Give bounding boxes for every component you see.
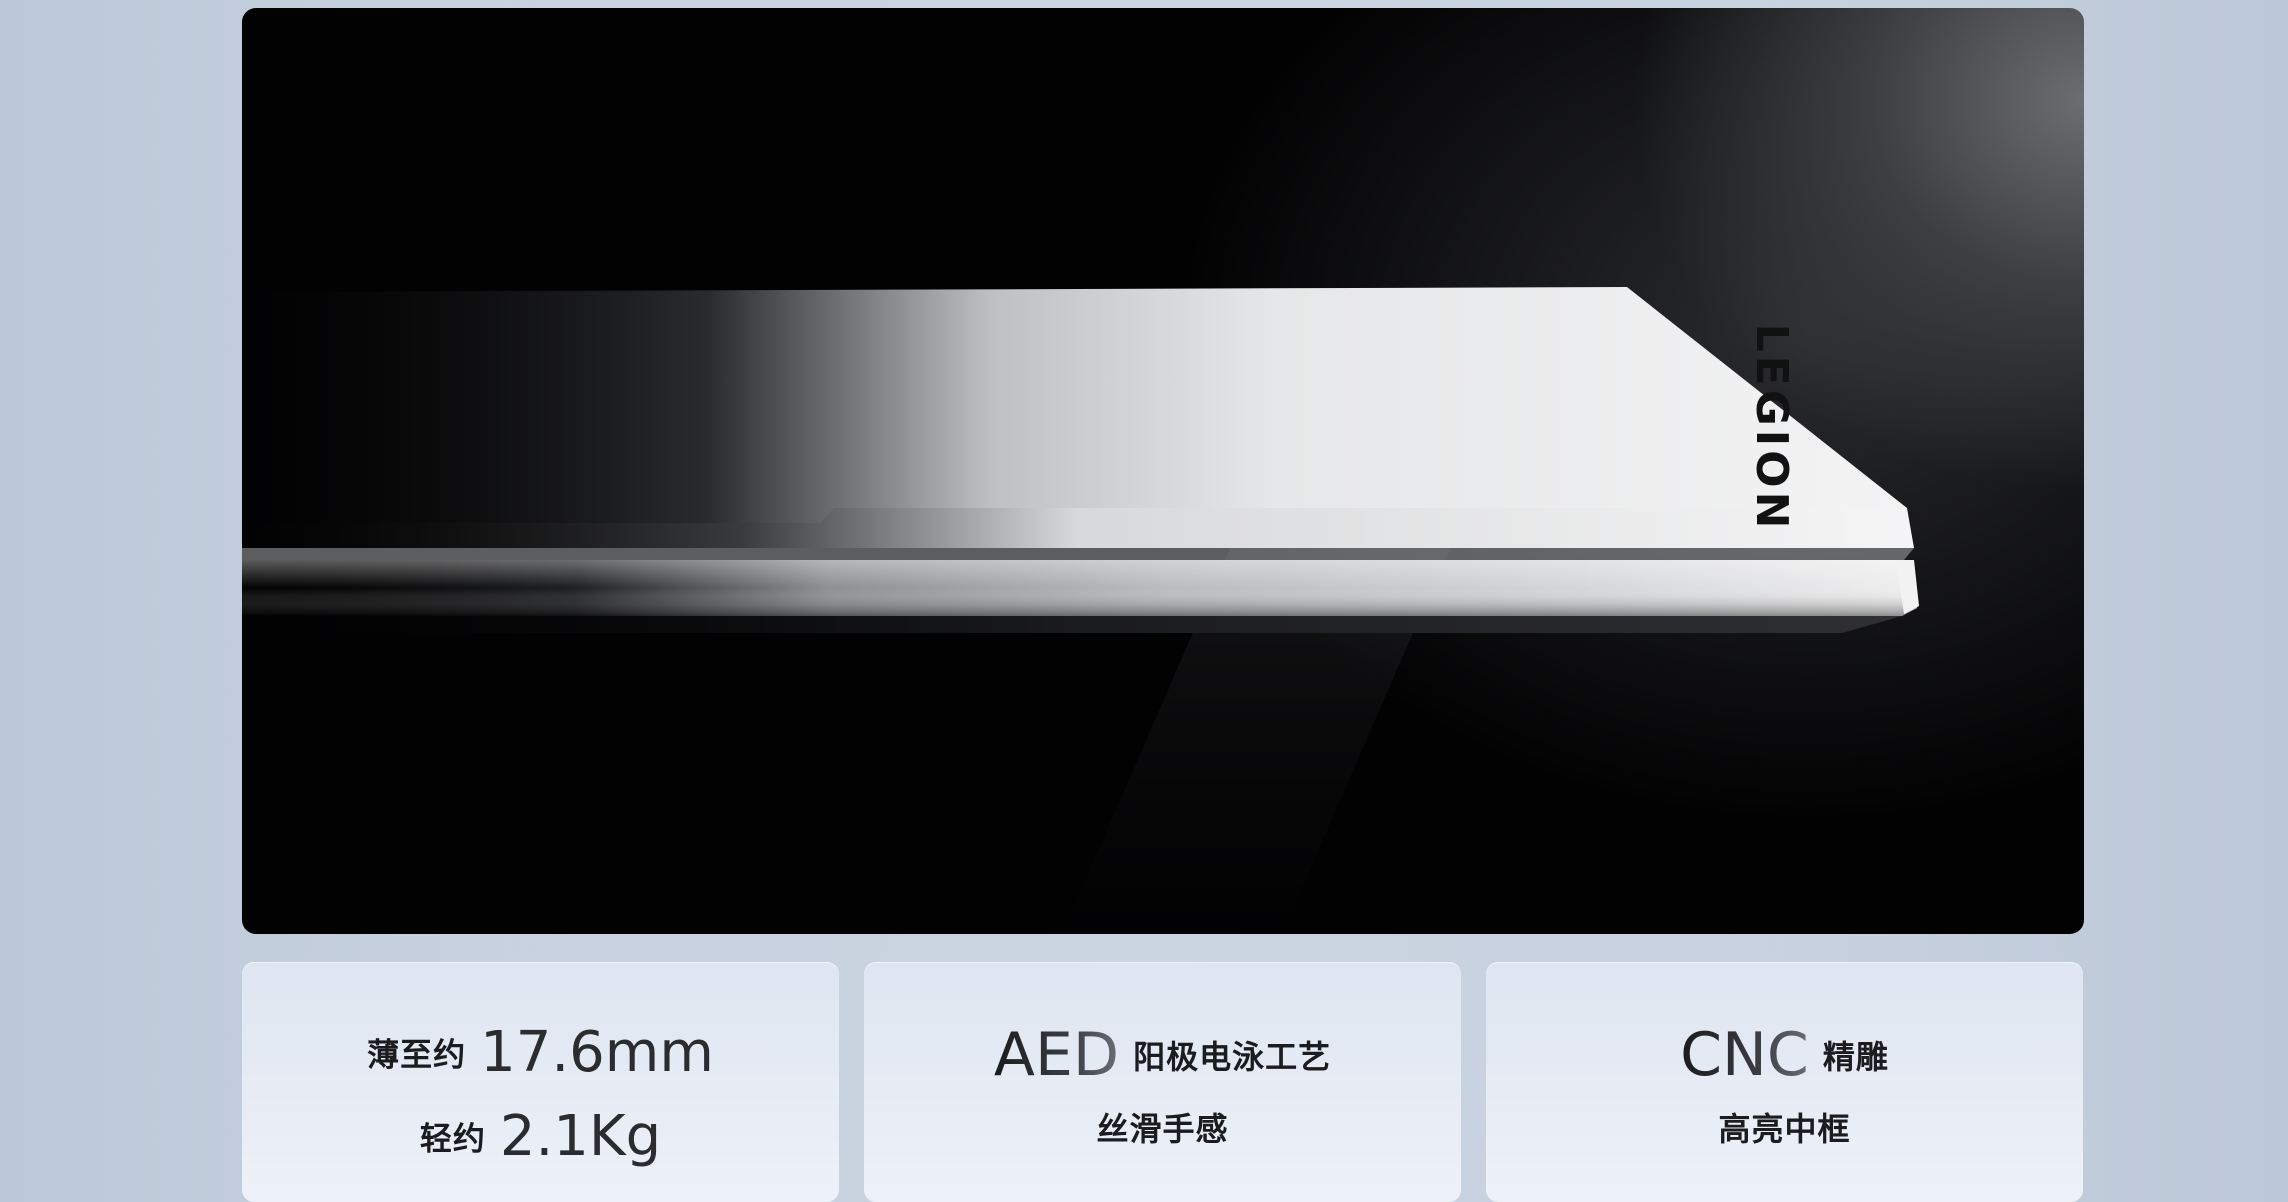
cnc-line: CNC 精雕 xyxy=(1486,1020,2083,1090)
weight-label: 轻约 xyxy=(419,1119,486,1158)
legion-logo: LEGION xyxy=(1746,324,1797,533)
aed-subtitle-line: 丝滑手感 xyxy=(864,1104,1461,1150)
thickness-line: 薄至约 17.6mm xyxy=(242,1020,839,1085)
cnc-label: 精雕 xyxy=(1822,1038,1889,1076)
feature-card-thin-light: 薄至约 17.6mm 轻约 2.1Kg xyxy=(242,962,839,1202)
feature-card-cnc: CNC 精雕 高亮中框 xyxy=(1486,962,2083,1202)
thickness-value: 17.6mm xyxy=(480,1020,714,1085)
laptop-illustration: LEGION xyxy=(242,287,1919,934)
hero-product-image: LEGION xyxy=(242,8,2084,934)
thickness-label: 薄至约 xyxy=(367,1035,467,1074)
aed-line: AED 阳极电泳工艺 xyxy=(864,1020,1461,1090)
aed-title: AED xyxy=(993,1020,1120,1090)
aed-label: 阳极电泳工艺 xyxy=(1133,1038,1332,1076)
cnc-title: CNC xyxy=(1680,1020,1809,1090)
svg-text:LEGION: LEGION xyxy=(1746,324,1797,533)
weight-line: 轻约 2.1Kg xyxy=(242,1104,839,1169)
feature-card-aed: AED 阳极电泳工艺 丝滑手感 xyxy=(864,962,1461,1202)
aed-subtitle: 丝滑手感 xyxy=(1096,1110,1229,1148)
cnc-subtitle-line: 高亮中框 xyxy=(1486,1104,2083,1150)
feature-cards: 薄至约 17.6mm 轻约 2.1Kg AED 阳极电泳工艺 丝滑手感 CNC 精雕 高… xyxy=(242,962,2084,1202)
weight-value: 2.1Kg xyxy=(499,1104,662,1169)
cnc-subtitle: 高亮中框 xyxy=(1718,1110,1851,1148)
